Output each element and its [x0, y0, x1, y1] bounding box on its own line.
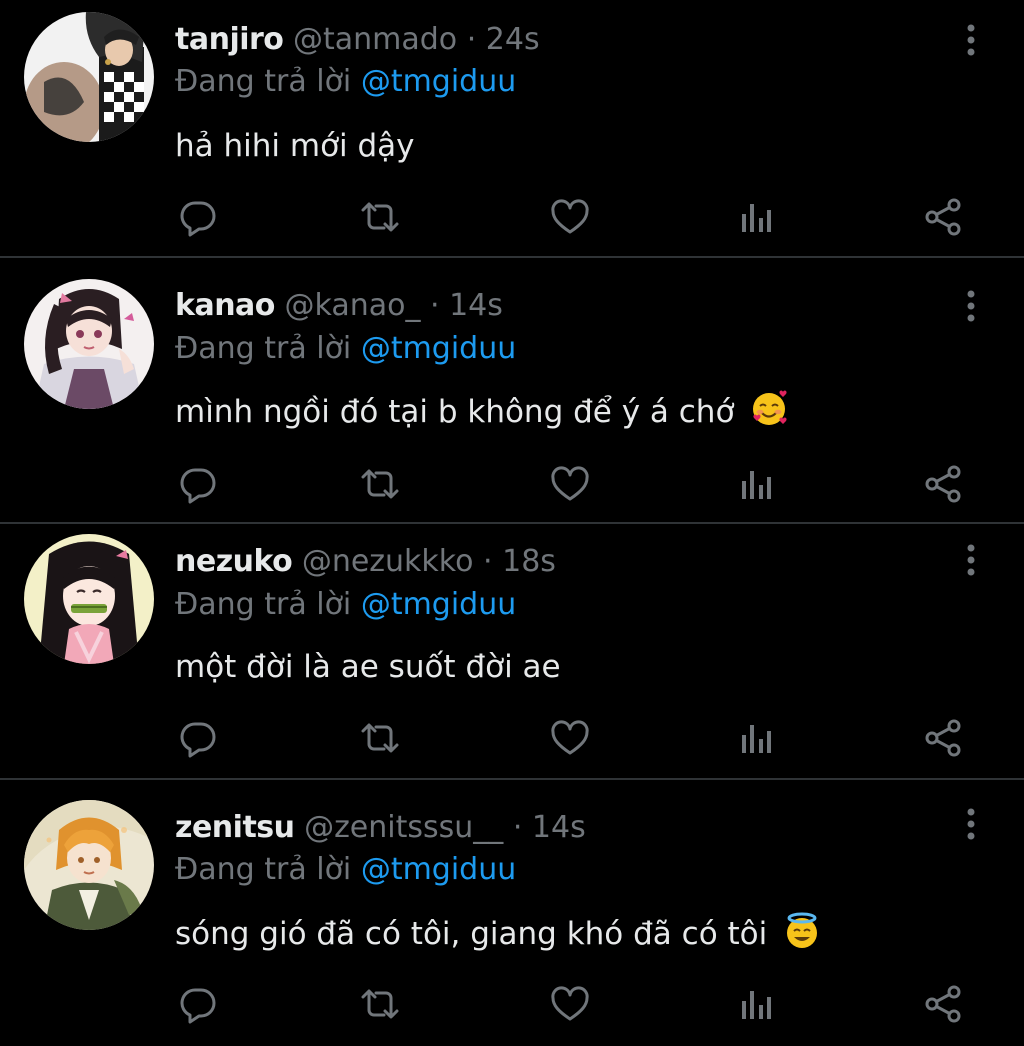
tweet-actions: [0, 716, 1024, 766]
tweet-text-content: một đời là ae suốt đời ae: [175, 649, 561, 685]
replying-to-handle[interactable]: @tmgiduu: [361, 852, 516, 887]
reply-icon[interactable]: [176, 716, 220, 760]
share-icon[interactable]: [921, 195, 965, 239]
tweet-actions: [0, 982, 1024, 1032]
timestamp[interactable]: 24s: [486, 22, 540, 57]
tweet-text: sóng gió đã có tôi, giang khó đã có tôi: [175, 912, 821, 956]
replying-to-handle[interactable]: @tmgiduu: [361, 64, 516, 99]
replying-to-label: Đang trả lời: [175, 64, 352, 99]
replying-to: Đang trả lời @tmgiduu: [175, 329, 516, 369]
display-name[interactable]: nezuko: [175, 544, 293, 579]
replying-to-label: Đang trả lời: [175, 587, 352, 622]
reply-icon[interactable]: [176, 462, 220, 506]
analytics-icon[interactable]: [735, 716, 779, 760]
tweet-actions: [0, 462, 1024, 512]
tweet-actions: [0, 195, 1024, 245]
retweet-icon[interactable]: [358, 462, 402, 506]
retweet-icon[interactable]: [358, 716, 402, 760]
tweet-header: kanao @kanao_ · 14s: [175, 286, 503, 326]
user-handle[interactable]: @zenitsssu__: [304, 810, 503, 845]
tweet-3[interactable]: nezuko @nezukkko · 18s Đang trả lời @tmg…: [0, 524, 1024, 778]
retweet-icon[interactable]: [358, 982, 402, 1026]
timestamp[interactable]: 18s: [502, 544, 556, 579]
more-options-icon[interactable]: [958, 540, 984, 580]
tweet-header: tanjiro @tanmado · 24s: [175, 20, 540, 60]
display-name[interactable]: zenitsu: [175, 810, 295, 845]
replying-to-handle[interactable]: @tmgiduu: [361, 587, 516, 622]
reply-icon[interactable]: [176, 195, 220, 239]
replying-to-handle[interactable]: @tmgiduu: [361, 331, 516, 366]
tweet-1[interactable]: tanjiro @tanmado · 24s Đang trả lời @tmg…: [0, 0, 1024, 256]
tweet-text-content: hả hihi mới dậy: [175, 128, 415, 164]
smiling-face-with-halo-icon: [783, 912, 821, 950]
like-icon[interactable]: [548, 982, 592, 1026]
tweet-text: hả hihi mới dậy: [175, 124, 415, 168]
zenitsu-avatar[interactable]: [24, 800, 154, 930]
display-name[interactable]: kanao: [175, 288, 275, 323]
display-name[interactable]: tanjiro: [175, 22, 284, 57]
share-icon[interactable]: [921, 716, 965, 760]
tanjiro-avatar[interactable]: [24, 12, 154, 142]
tweet-text-content: mình ngồi đó tại b không để ý á chớ: [175, 394, 735, 430]
kanao-avatar[interactable]: [24, 279, 154, 409]
like-icon[interactable]: [548, 462, 592, 506]
tweet-4[interactable]: zenitsu @zenitsssu__ · 14s Đang trả lời …: [0, 780, 1024, 1046]
like-icon[interactable]: [548, 195, 592, 239]
like-icon[interactable]: [548, 716, 592, 760]
tweet-header: zenitsu @zenitsssu__ · 14s: [175, 808, 586, 848]
share-icon[interactable]: [921, 982, 965, 1026]
retweet-icon[interactable]: [358, 195, 402, 239]
separator-dot: ·: [512, 810, 523, 845]
user-handle[interactable]: @kanao_: [284, 288, 420, 323]
separator-dot: ·: [483, 544, 493, 579]
tweet-text: mình ngồi đó tại b không để ý á chớ: [175, 390, 788, 434]
share-icon[interactable]: [921, 462, 965, 506]
replying-to: Đang trả lời @tmgiduu: [175, 850, 516, 890]
user-handle[interactable]: @nezukkko: [302, 544, 474, 579]
replying-to: Đang trả lời @tmgiduu: [175, 62, 516, 102]
timestamp[interactable]: 14s: [532, 810, 586, 845]
analytics-icon[interactable]: [735, 462, 779, 506]
timestamp[interactable]: 14s: [449, 288, 503, 323]
tweet-text: một đời là ae suốt đời ae: [175, 645, 561, 689]
nezuko-avatar[interactable]: [24, 534, 154, 664]
separator-dot: ·: [430, 288, 440, 323]
analytics-icon[interactable]: [735, 982, 779, 1026]
more-options-icon[interactable]: [958, 804, 984, 844]
more-options-icon[interactable]: [958, 20, 984, 60]
analytics-icon[interactable]: [735, 195, 779, 239]
replying-to-label: Đang trả lời: [175, 852, 352, 887]
smiling-face-with-hearts-icon: [750, 390, 788, 428]
reply-icon[interactable]: [176, 982, 220, 1026]
tweet-text-content: sóng gió đã có tôi, giang khó đã có tôi: [175, 916, 768, 952]
tweet-2[interactable]: kanao @kanao_ · 14s Đang trả lời @tmgidu…: [0, 258, 1024, 522]
replying-to: Đang trả lời @tmgiduu: [175, 585, 516, 625]
more-options-icon[interactable]: [958, 286, 984, 326]
replying-to-label: Đang trả lời: [175, 331, 352, 366]
tweet-header: nezuko @nezukkko · 18s: [175, 542, 556, 582]
user-handle[interactable]: @tanmado: [293, 22, 457, 57]
separator-dot: ·: [466, 22, 477, 57]
